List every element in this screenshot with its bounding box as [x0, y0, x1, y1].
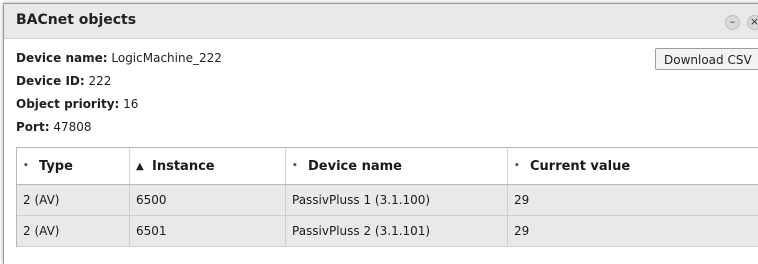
- column-header-type[interactable]: • Type: [17, 148, 130, 184]
- cell-instance: 6500: [130, 185, 286, 215]
- sort-indicator-icon: •: [514, 161, 520, 171]
- device-name-row: Device name: LogicMachine_222: [16, 51, 222, 65]
- device-name-value: LogicMachine_222: [111, 51, 222, 65]
- port-label: Port:: [16, 120, 50, 134]
- column-header-label: Type: [39, 158, 73, 174]
- cell-instance: 6501: [130, 216, 286, 246]
- device-name-label: Device name:: [16, 51, 108, 65]
- column-header-device-name[interactable]: • Device name: [286, 148, 508, 184]
- window-titlebar[interactable]: BACnet objects – ×: [4, 4, 758, 39]
- device-id-label: Device ID:: [16, 74, 85, 88]
- table-row[interactable]: 2 (AV) 6500 PassivPluss 1 (3.1.100) 29: [17, 185, 758, 216]
- port-row: Port: 47808: [16, 120, 92, 134]
- table-header: • Type ▲ Instance • Device name • Curren…: [17, 148, 758, 185]
- sort-indicator-icon: •: [292, 161, 298, 171]
- column-header-label: Current value: [530, 158, 631, 174]
- column-header-current-value[interactable]: • Current value: [508, 148, 758, 184]
- minimize-icon[interactable]: –: [725, 15, 740, 30]
- cell-current-value: 29: [514, 193, 530, 207]
- object-priority-label: Object priority:: [16, 97, 120, 111]
- object-priority-value: 16: [123, 97, 139, 111]
- bacnet-objects-window: BACnet objects – × Device name: LogicMac…: [3, 3, 758, 264]
- column-header-instance[interactable]: ▲ Instance: [130, 148, 286, 184]
- cell-type: 2 (AV): [17, 216, 130, 246]
- cell-current-value: 29: [514, 224, 530, 238]
- column-header-label: Device name: [308, 158, 402, 174]
- cell-device-name: PassivPluss 2 (3.1.101): [286, 216, 508, 246]
- port-value: 47808: [53, 120, 92, 134]
- sort-ascending-icon: ▲: [136, 160, 144, 172]
- cell-device-name: PassivPluss 1 (3.1.100): [286, 185, 508, 215]
- object-priority-row: Object priority: 16: [16, 97, 138, 111]
- window-title: BACnet objects: [16, 12, 137, 28]
- bacnet-objects-table: • Type ▲ Instance • Device name • Curren…: [16, 147, 758, 247]
- device-id-row: Device ID: 222: [16, 74, 111, 88]
- sort-indicator-icon: •: [23, 161, 29, 171]
- cell-type: 2 (AV): [17, 185, 130, 215]
- close-icon[interactable]: ×: [747, 15, 758, 30]
- table-row[interactable]: 2 (AV) 6501 PassivPluss 2 (3.1.101) 29: [17, 216, 758, 247]
- download-csv-button[interactable]: Download CSV: [655, 48, 758, 70]
- device-id-value: 222: [88, 74, 112, 88]
- column-header-label: Instance: [152, 158, 215, 174]
